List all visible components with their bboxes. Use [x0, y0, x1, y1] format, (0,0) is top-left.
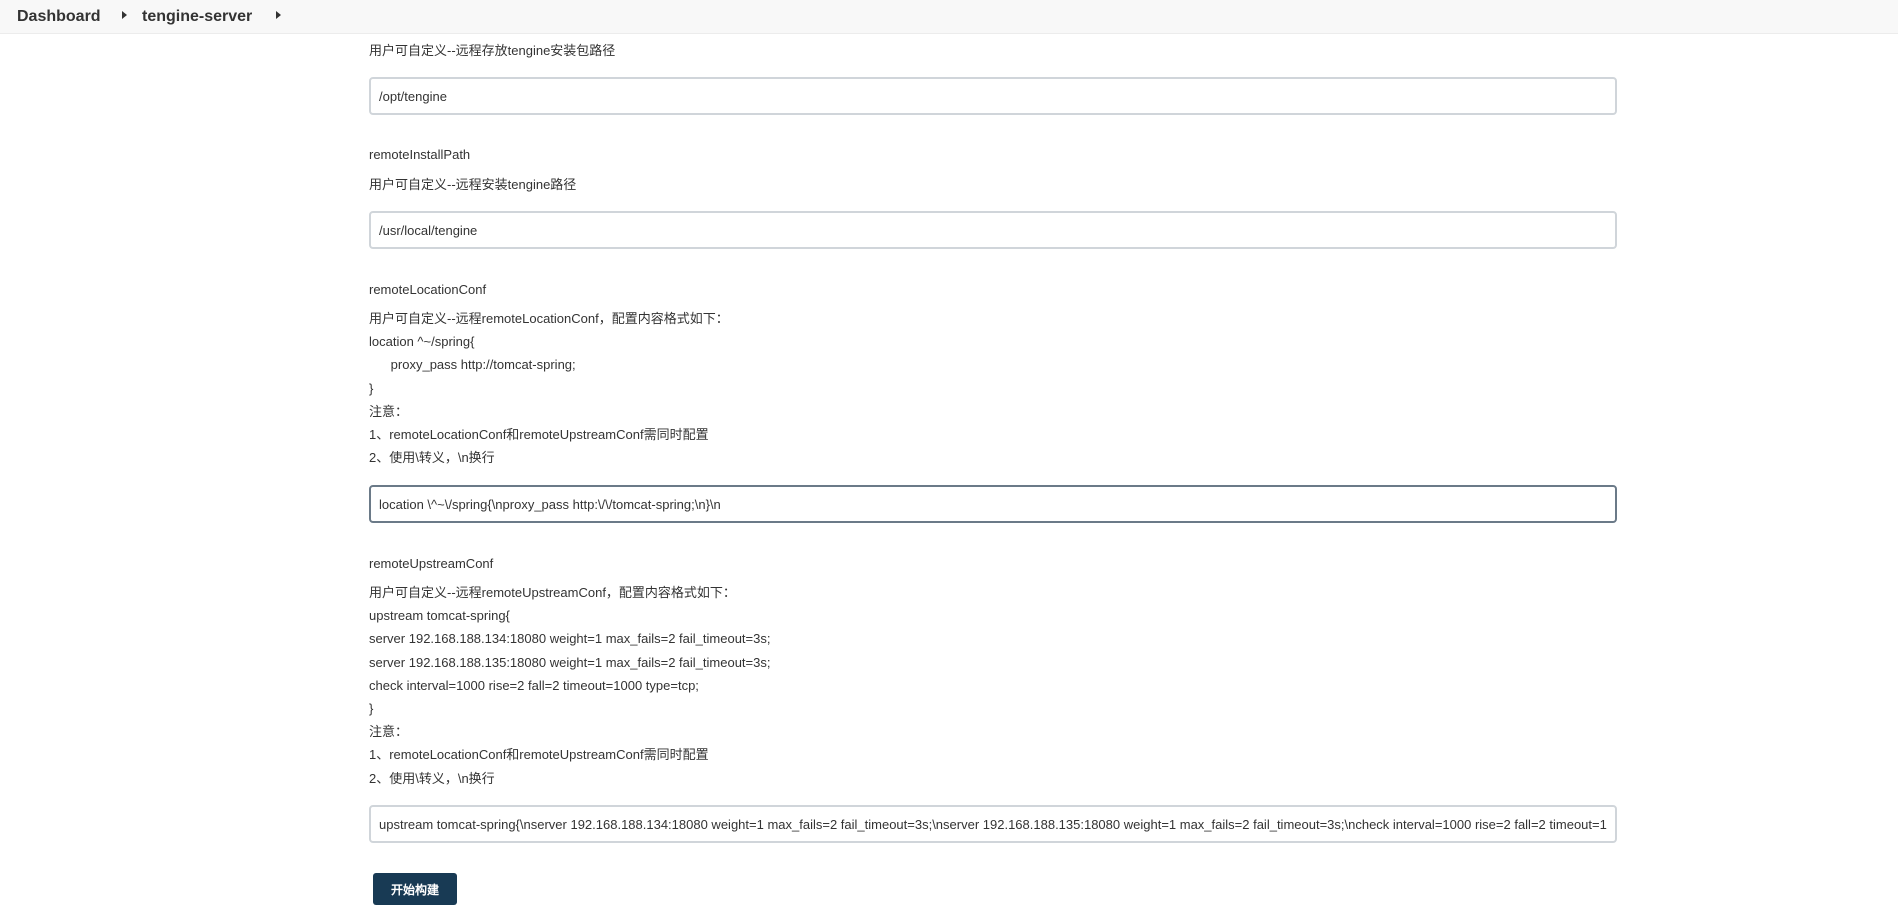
upstream-conf-input[interactable]: [369, 805, 1617, 843]
install-path-name: remoteInstallPath: [369, 147, 471, 162]
upstream-conf-description: 用户可自定义--远程remoteUpstreamConf，配置内容格式如下： u…: [369, 585, 771, 786]
install-path-description: 用户可自定义--远程安装tengine路径: [369, 177, 577, 192]
chevron-right-icon[interactable]: [276, 11, 281, 19]
location-conf-input[interactable]: [369, 485, 1617, 523]
chevron-right-icon[interactable]: [122, 11, 127, 19]
location-conf-name: remoteLocationConf: [369, 282, 487, 297]
install-path-input[interactable]: [369, 211, 1617, 249]
package-path-description: 用户可自定义--远程存放tengine安装包路径: [369, 43, 616, 58]
location-conf-description: 用户可自定义--远程remoteLocationConf，配置内容格式如下： l…: [369, 311, 729, 466]
breadcrumb-tengine-server[interactable]: tengine-server: [142, 8, 252, 26]
package-path-input[interactable]: [369, 77, 1617, 115]
build-button[interactable]: 开始构建: [373, 873, 457, 905]
breadcrumb-bar: Dashboard tengine-server: [0, 0, 1898, 34]
upstream-conf-name: remoteUpstreamConf: [369, 556, 494, 571]
breadcrumb-dashboard[interactable]: Dashboard: [17, 8, 101, 26]
